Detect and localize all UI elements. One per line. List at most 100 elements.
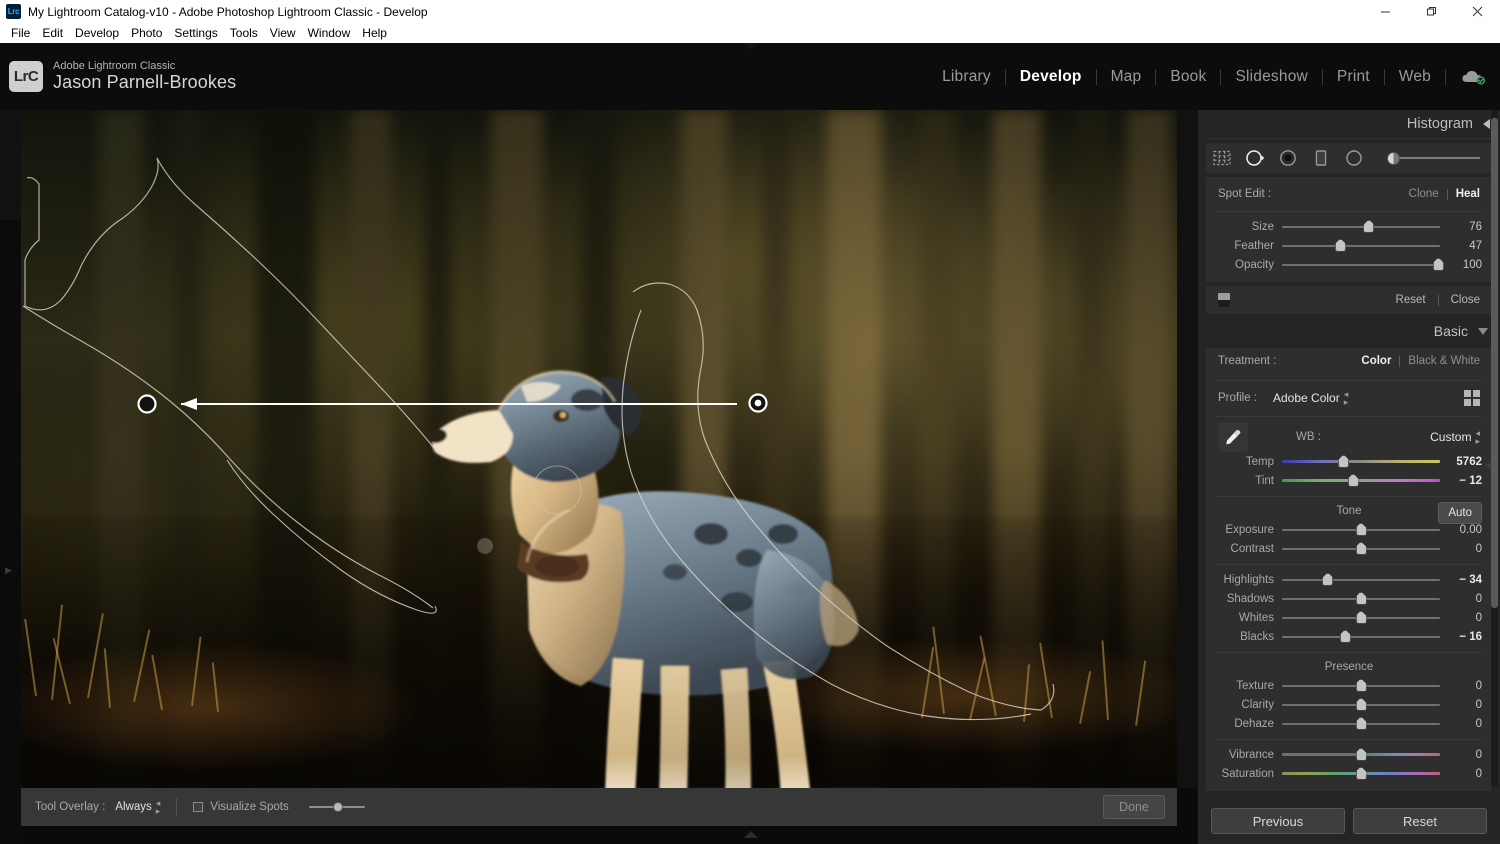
right-panel-arrow-icon[interactable]: ◀ — [1484, 460, 1496, 471]
module-web[interactable]: Web — [1385, 68, 1445, 86]
right-panel-scrollbar-thumb[interactable] — [1491, 118, 1498, 608]
tool-overlay-chevron-icon[interactable]: ◂ ▸ — [156, 798, 161, 815]
whites-value[interactable]: 0 — [1440, 612, 1482, 624]
previous-button[interactable]: Previous — [1211, 808, 1345, 834]
opacity-value[interactable]: 100 — [1440, 259, 1482, 271]
profile-chevron-icon[interactable]: ◂ ▸ — [1344, 389, 1349, 406]
treatment-bw-button[interactable]: Black & White — [1408, 355, 1480, 367]
treatment-color-button[interactable]: Color — [1361, 355, 1391, 367]
wb-chevron-icon[interactable]: ◂ ▸ — [1475, 428, 1480, 445]
spot-close-button[interactable]: Close — [1451, 294, 1480, 306]
basic-collapse-icon[interactable] — [1478, 327, 1488, 335]
menu-window[interactable]: Window — [302, 23, 357, 43]
shadows-knob[interactable] — [1355, 591, 1367, 605]
photo-preview[interactable] — [21, 110, 1177, 788]
visualize-spots-label[interactable]: Visualize Spots — [210, 801, 288, 813]
menu-photo[interactable]: Photo — [125, 23, 168, 43]
basic-panel-header[interactable]: Basic — [1198, 318, 1500, 344]
clone-mode-button[interactable]: Clone — [1409, 188, 1439, 200]
size-value[interactable]: 76 — [1440, 221, 1482, 233]
saturation-slider[interactable] — [1282, 766, 1440, 781]
auto-tone-button[interactable]: Auto — [1438, 502, 1482, 524]
feather-slider[interactable] — [1282, 238, 1440, 253]
menu-view[interactable]: View — [264, 23, 302, 43]
whites-slider[interactable] — [1282, 610, 1440, 625]
visualize-spots-knob[interactable] — [332, 802, 343, 812]
radial-gradient-tool[interactable] — [1344, 148, 1364, 168]
size-slider[interactable] — [1282, 219, 1440, 234]
red-eye-tool[interactable] — [1278, 148, 1298, 168]
cloud-sync-icon[interactable] — [1460, 68, 1486, 86]
tint-slider[interactable] — [1282, 473, 1440, 488]
shadows-value[interactable]: 0 — [1440, 593, 1482, 605]
saturation-value[interactable]: 0 — [1440, 768, 1482, 780]
dehaze-slider[interactable] — [1282, 716, 1440, 731]
reset-button[interactable]: Reset — [1353, 808, 1487, 834]
tool-amount-slider[interactable] — [1381, 150, 1486, 166]
left-panel-arrow-icon[interactable]: ▶ — [5, 565, 17, 576]
visualize-spots-checkbox[interactable] — [193, 802, 204, 812]
feather-value[interactable]: 47 — [1440, 240, 1482, 252]
menu-file[interactable]: File — [5, 23, 36, 43]
temp-slider[interactable] — [1282, 454, 1440, 469]
histogram-collapse-icon[interactable] — [1483, 119, 1490, 129]
highlights-knob[interactable] — [1322, 572, 1334, 586]
tool-overlay-value[interactable]: Always — [115, 801, 151, 813]
tint-value[interactable]: − 12 — [1440, 475, 1482, 487]
contrast-value[interactable]: 0 — [1440, 543, 1482, 555]
minimize-icon[interactable] — [1362, 0, 1408, 23]
dehaze-knob[interactable] — [1355, 716, 1367, 730]
left-panel-collapsed-strip[interactable] — [0, 220, 21, 844]
temp-value[interactable]: 5762 — [1440, 456, 1482, 468]
profile-browser-icon[interactable] — [1464, 390, 1480, 406]
contrast-knob[interactable] — [1355, 541, 1367, 555]
dehaze-value[interactable]: 0 — [1440, 718, 1482, 730]
menu-develop[interactable]: Develop — [69, 23, 125, 43]
exposure-value[interactable]: 0.00 — [1440, 524, 1482, 536]
menu-help[interactable]: Help — [356, 23, 393, 43]
visualize-spots-slider[interactable] — [308, 800, 365, 814]
tint-knob[interactable] — [1347, 473, 1359, 487]
texture-value[interactable]: 0 — [1440, 680, 1482, 692]
whites-knob[interactable] — [1355, 610, 1367, 624]
temp-knob[interactable] — [1338, 454, 1350, 468]
profile-value[interactable]: Adobe Color — [1273, 391, 1340, 405]
texture-slider[interactable] — [1282, 678, 1440, 693]
highlights-slider[interactable] — [1282, 572, 1440, 587]
clarity-slider[interactable] — [1282, 697, 1440, 712]
spot-reset-button[interactable]: Reset — [1396, 294, 1426, 306]
done-button[interactable]: Done — [1103, 795, 1165, 819]
vibrance-knob[interactable] — [1355, 747, 1367, 761]
restore-icon[interactable] — [1408, 0, 1454, 23]
opacity-slider[interactable] — [1282, 257, 1444, 272]
switch-toggle-icon[interactable] — [1218, 293, 1230, 307]
tool-amount-knob[interactable] — [1387, 152, 1400, 165]
module-book[interactable]: Book — [1156, 68, 1220, 86]
saturation-knob[interactable] — [1355, 766, 1367, 780]
blacks-knob[interactable] — [1339, 629, 1351, 643]
spot-removal-tool[interactable] — [1245, 148, 1265, 168]
clarity-knob[interactable] — [1355, 697, 1367, 711]
texture-knob[interactable] — [1355, 678, 1367, 692]
menu-edit[interactable]: Edit — [36, 23, 69, 43]
module-develop[interactable]: Develop — [1006, 68, 1096, 86]
wb-value[interactable]: Custom — [1430, 430, 1471, 444]
vibrance-value[interactable]: 0 — [1440, 749, 1482, 761]
exposure-slider[interactable] — [1282, 522, 1440, 537]
module-map[interactable]: Map — [1097, 68, 1156, 86]
feather-knob[interactable] — [1334, 238, 1346, 252]
linear-gradient-tool[interactable] — [1311, 148, 1331, 168]
vibrance-slider[interactable] — [1282, 747, 1440, 762]
module-slideshow[interactable]: Slideshow — [1221, 68, 1321, 86]
white-balance-selector-icon[interactable] — [1218, 422, 1248, 452]
heal-mode-button[interactable]: Heal — [1456, 188, 1480, 200]
highlights-value[interactable]: − 34 — [1440, 574, 1482, 586]
clarity-value[interactable]: 0 — [1440, 699, 1482, 711]
blacks-value[interactable]: − 16 — [1440, 631, 1482, 643]
histogram-header[interactable]: Histogram — [1198, 110, 1500, 138]
module-print[interactable]: Print — [1323, 68, 1384, 86]
shadows-slider[interactable] — [1282, 591, 1440, 606]
contrast-slider[interactable] — [1282, 541, 1440, 556]
close-icon[interactable] — [1454, 0, 1500, 23]
menu-settings[interactable]: Settings — [168, 23, 223, 43]
